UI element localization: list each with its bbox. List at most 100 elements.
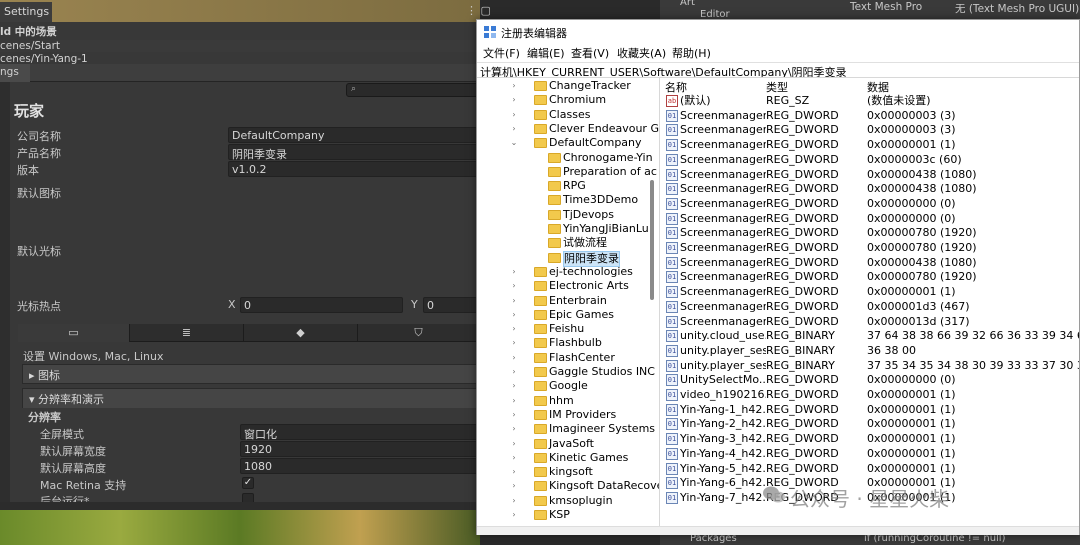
value-row[interactable]: 01Screenmanager...REG_DWORD 0x00000003 (3… [662,109,1079,123]
tree-node[interactable]: › Flashbulb [477,336,648,350]
fullscreen-mode-dropdown[interactable]: 窗口化 [240,424,480,441]
tree-node[interactable]: › Kingsoft DataRecove [477,479,659,493]
chevron-right-icon[interactable]: › [510,308,518,322]
project-settings-tab[interactable]: ngs [0,64,30,82]
tree-node[interactable]: › kmsoplugin [477,494,648,508]
chevron-right-icon[interactable]: › [510,379,518,393]
value-row[interactable]: 01 video_h190216... REG_DWORD 0x00000001 (1… [662,388,1079,402]
values-list[interactable]: 名称 类型 数据 ab (默认) REG_SZ (数值未设置) 01 Screenmana… [662,78,1079,526]
hotspot-y-field[interactable]: 0 [423,297,480,313]
chevron-right-icon[interactable]: › [510,265,518,279]
tree-node[interactable]: › Chromium [477,93,648,107]
menu-favorites[interactable]: 收藏夹(A) [617,45,666,61]
hotspot-x-field[interactable]: 0 [240,297,403,313]
key-tree[interactable]: › ChangeTracker › Chromium › Classes › Clever E… [477,78,660,526]
chevron-right-icon[interactable]: › [510,108,518,122]
value-row[interactable]: 01Screenmanager...REG_DWORD 0x00000001 (1… [662,285,1079,299]
tree-node[interactable]: › Gaggle Studios INC [477,365,655,379]
product-field[interactable]: 阴阳季变录 [228,144,480,161]
tree-node[interactable]: › IM Providers [477,408,648,422]
folder-art[interactable]: Art [680,0,695,8]
mac-retina-checkbox[interactable]: ✓ [242,477,254,489]
settings-search-input[interactable]: ⌕ [346,83,480,97]
value-row[interactable]: 01unity.player_ses...REG_BINARY 37 35 34 … [662,359,1079,373]
value-row[interactable]: 01 UnitySelectMo... REG_DWORD 0x00000000 (0… [662,373,1079,387]
android-tab[interactable]: ◆ [244,324,358,342]
value-row[interactable]: 01 unity.cloud_use... REG_BINARY 37 64 38 3… [662,329,1079,343]
tree-node[interactable]: › Kinetic Games [477,451,648,465]
tree-node[interactable]: › Clever Endeavour G [477,122,659,136]
value-row[interactable]: 01Screenmanager...REG_DWORD 0x00000780 (1… [662,270,1079,284]
standalone-tab[interactable]: ▭ [18,324,130,342]
value-row[interactable]: 01 Yin-Yang-2_h42... REG_DWORD 0x00000001 (… [662,417,1079,431]
tree-node[interactable]: RPG [477,179,648,193]
address-bar[interactable]: 计算机\HKEY_CURRENT_USER\Software\DefaultCo… [477,62,1079,78]
chevron-right-icon[interactable]: › [510,322,518,336]
tree-node[interactable]: › JavaSoft [477,437,648,451]
chevron-right-icon[interactable]: › [510,351,518,365]
chevron-right-icon[interactable]: › [510,294,518,308]
tree-node[interactable]: › ChangeTracker [477,79,648,93]
resolution-section-foldout[interactable]: ▾ 分辨率和演示 [22,388,480,408]
chevron-right-icon[interactable]: › [510,437,518,451]
value-row[interactable]: 01Screenmanager...REG_DWORD 0x00000780 (1… [662,226,1079,240]
value-row[interactable]: 01Screenmanager...REG_DWORD 0x00000000 (0… [662,197,1079,211]
column-data-header[interactable]: 数据 [867,79,889,95]
screen-height-field[interactable]: 1080 [240,458,480,474]
version-field[interactable]: v1.0.2 [228,161,480,177]
tree-node[interactable]: Chronogame-Yin [477,151,653,165]
tree-node[interactable]: 阴阳季变录 [477,250,648,267]
tree-node[interactable]: Preparation of ac [477,165,657,179]
chevron-right-icon[interactable]: › [510,422,518,436]
tree-node[interactable]: TjDevops [477,208,648,222]
webgl-tab[interactable]: ⛉ [358,324,480,342]
chevron-right-icon[interactable]: › [510,479,518,493]
settings-tab[interactable]: Settings [0,2,52,22]
value-row[interactable]: 01Screenmanager...REG_DWORD 0x00000001 (1… [662,138,1079,152]
tmp-property-field[interactable]: 无 (Text Mesh Pro UGUI) [955,1,1079,16]
screen-width-field[interactable]: 1920 [240,441,480,457]
tree-node[interactable]: › kingsoft [477,465,648,479]
value-row[interactable]: 01Screenmanager...REG_DWORD 0x00000438 (1… [662,256,1079,270]
tree-node[interactable]: ⌄ DefaultCompany [477,136,648,150]
value-row[interactable]: 01Screenmanager...REG_DWORD 0x00000003 (3… [662,123,1079,137]
value-row[interactable]: 01 Yin-Yang-1_h42... REG_DWORD 0x00000001 (… [662,403,1079,417]
chevron-right-icon[interactable]: › [510,279,518,293]
tree-node[interactable]: › Epic Games [477,308,648,322]
menu-help[interactable]: 帮助(H) [672,45,711,61]
menu-edit[interactable]: 编辑(E) [527,45,565,61]
tree-node[interactable]: 试做流程 [477,236,648,250]
tree-scrollbar[interactable] [648,78,657,526]
chevron-right-icon[interactable]: › [510,508,518,522]
company-field[interactable]: DefaultCompany [228,127,480,143]
chevron-right-icon[interactable]: › [510,394,518,408]
chevron-right-icon[interactable]: › [510,79,518,93]
horizontal-scrollbar[interactable] [477,526,1079,535]
tree-node[interactable]: › Imagineer Systems I [477,422,659,436]
value-row[interactable]: 01Screenmanager...REG_DWORD 0x00000000 (0… [662,212,1079,226]
icon-section-foldout[interactable]: ▸ 图标 [22,364,480,384]
value-row[interactable]: 01unity.player_ses...REG_BINARY 36 38 00 [662,344,1079,358]
chevron-down-icon[interactable]: ⌄ [510,136,518,150]
value-row[interactable]: 01Screenmanager...REG_DWORD 0x00000780 (1… [662,241,1079,255]
tree-node[interactable]: › Classes [477,108,648,122]
chevron-right-icon[interactable]: › [510,408,518,422]
column-name-header[interactable]: 名称 [665,79,687,95]
menu-file[interactable]: 文件(F) [483,45,520,61]
tree-scrollbar-thumb[interactable] [650,180,654,300]
tree-node[interactable]: YinYangJiBianLu [477,222,649,236]
value-row[interactable]: 01Screenmanager...REG_DWORD 0x0000003c (6… [662,153,1079,167]
chevron-right-icon[interactable]: › [510,336,518,350]
tree-node[interactable]: Time3DDemo [477,193,648,207]
chevron-right-icon[interactable]: › [510,494,518,508]
scene-item[interactable]: cenes/Start [0,40,480,52]
value-row[interactable]: 01 Yin-Yang-4_h42... REG_DWORD 0x00000001 (… [662,447,1079,461]
chevron-right-icon[interactable]: › [510,122,518,136]
value-row[interactable]: ab (默认) REG_SZ (数值未设置) [662,94,1079,108]
value-row[interactable]: 01 Yin-Yang-5_h42... REG_DWORD 0x00000001 (… [662,462,1079,476]
chevron-right-icon[interactable]: › [510,365,518,379]
tree-node[interactable]: › Feishu [477,322,648,336]
tree-node[interactable]: › Electronic Arts [477,279,648,293]
server-tab[interactable]: ≣ [130,324,244,342]
value-row[interactable]: 01Screenmanager...REG_DWORD 0x00000438 (1… [662,168,1079,182]
